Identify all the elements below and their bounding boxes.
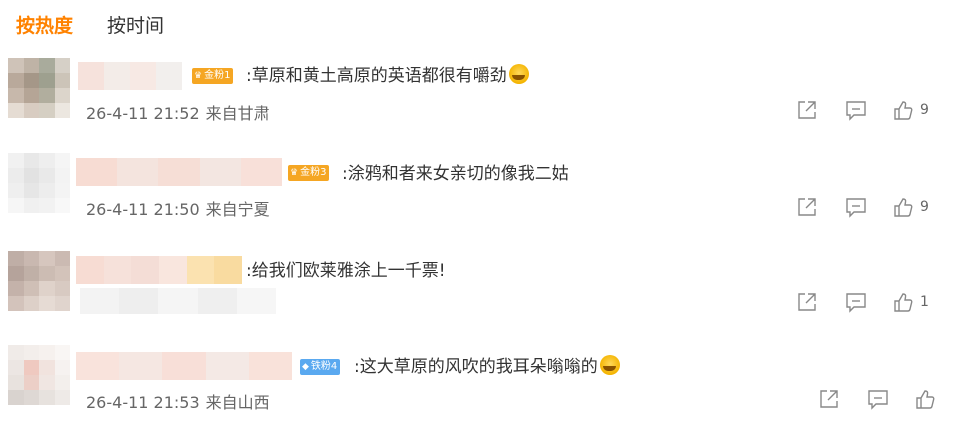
- comment-text: :给我们欧莱雅涂上一千票!: [246, 261, 446, 281]
- comment-text: :草原和黄土高原的英语都很有嚼劲: [246, 64, 529, 88]
- laughing-crying-emoji-icon: [508, 64, 529, 84]
- fan-badge[interactable]: ♛ 金粉3: [288, 165, 330, 181]
- meta-blurred: [80, 288, 277, 314]
- comment-item: ♛ 金粉3 :涂鸦和者来女亲切的像我二姑 26-4-11 21:50 来自宁夏 9: [0, 150, 960, 230]
- comment-location: 来自甘肃: [205, 104, 270, 123]
- share-icon: [798, 101, 816, 119]
- like-button[interactable]: 9: [892, 99, 929, 121]
- share-button[interactable]: [796, 99, 818, 121]
- thumbs-up-icon: [894, 293, 913, 312]
- comment-actions: [818, 388, 936, 410]
- share-button[interactable]: [796, 291, 818, 313]
- comment-time: 26-4-11 21:53: [86, 393, 200, 412]
- username-blurred[interactable]: [76, 352, 292, 380]
- like-count: 9: [920, 102, 929, 118]
- comment-meta: 26-4-11 21:52 来自甘肃: [86, 103, 270, 125]
- like-button[interactable]: [914, 388, 936, 410]
- comment-item: :给我们欧莱雅涂上一千票! 1: [0, 246, 960, 326]
- username-blurred[interactable]: [78, 62, 182, 90]
- comment-icon: [846, 198, 866, 218]
- laughing-crying-emoji-icon: [599, 355, 620, 375]
- share-icon: [798, 198, 816, 216]
- comment-icon: [846, 293, 866, 313]
- tab-by-time[interactable]: 按时间: [107, 12, 164, 40]
- like-button[interactable]: 1: [892, 291, 929, 313]
- like-count: 9: [920, 199, 929, 215]
- thumbs-up-icon: [894, 101, 913, 120]
- comment-text: :这大草原的风吹的我耳朵嗡嗡的: [354, 355, 620, 379]
- like-button[interactable]: 9: [892, 196, 929, 218]
- sort-tabs: 按热度 按时间: [16, 10, 198, 42]
- fan-badge[interactable]: ◆ 铁粉4: [300, 359, 341, 375]
- comment-text: :涂鸦和者来女亲切的像我二姑: [342, 164, 569, 184]
- avatar[interactable]: [8, 153, 70, 213]
- reply-button[interactable]: [844, 99, 868, 121]
- share-button[interactable]: [818, 388, 840, 410]
- crown-icon: ♛: [194, 71, 203, 81]
- fan-badge[interactable]: ♛ 金粉1: [192, 68, 234, 84]
- comment-item: ◆ 铁粉4 :这大草原的风吹的我耳朵嗡嗡的 26-4-11 21:53 来自山西: [0, 340, 960, 432]
- comment-icon: [846, 101, 866, 121]
- diamond-icon: ◆: [302, 362, 309, 372]
- comment-location: 来自山西: [205, 393, 270, 412]
- share-button[interactable]: [796, 196, 818, 218]
- comment-actions: 9: [796, 99, 929, 121]
- crown-icon: ♛: [290, 168, 299, 178]
- thumbs-up-icon: [916, 390, 935, 409]
- share-icon: [820, 390, 838, 408]
- comment-icon: [868, 390, 888, 410]
- avatar[interactable]: [8, 58, 70, 118]
- comment-actions: 9: [796, 196, 929, 218]
- reply-button[interactable]: [866, 388, 890, 410]
- username-blurred[interactable]: [76, 256, 242, 284]
- comment-item: ♛ 金粉1 :草原和黄土高原的英语都很有嚼劲 26-4-11 21:52 来自甘肃 …: [0, 55, 960, 135]
- comment-location: 来自宁夏: [205, 200, 270, 219]
- comment-meta: 26-4-11 21:50 来自宁夏: [86, 199, 270, 221]
- reply-button[interactable]: [844, 291, 868, 313]
- reply-button[interactable]: [844, 196, 868, 218]
- comment-meta: 26-4-11 21:53 来自山西: [86, 392, 270, 414]
- comment-actions: 1: [796, 291, 929, 313]
- tab-by-hotness[interactable]: 按热度: [16, 12, 73, 40]
- thumbs-up-icon: [894, 198, 913, 217]
- avatar[interactable]: [8, 251, 70, 311]
- username-blurred[interactable]: [76, 158, 282, 186]
- comment-time: 26-4-11 21:50: [86, 200, 200, 219]
- like-count: 1: [920, 294, 929, 310]
- share-icon: [798, 293, 816, 311]
- avatar[interactable]: [8, 345, 70, 405]
- comment-time: 26-4-11 21:52: [86, 104, 200, 123]
